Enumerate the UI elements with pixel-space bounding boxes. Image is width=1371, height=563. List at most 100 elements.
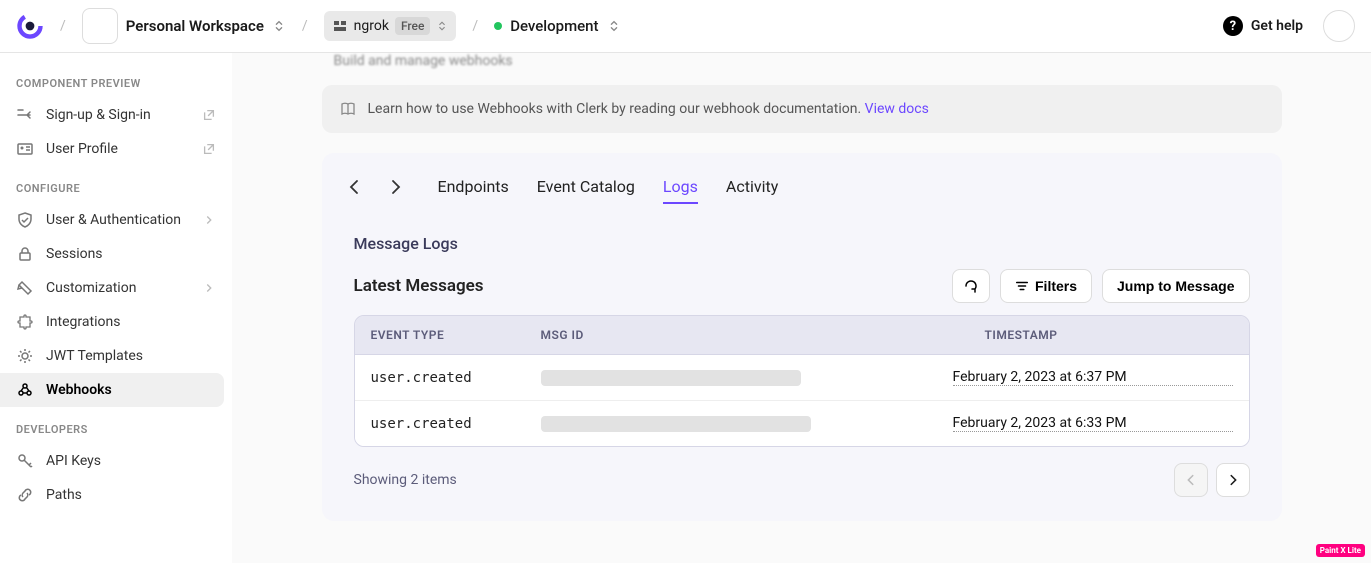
sidebar-item-webhooks[interactable]: Webhooks [0, 373, 224, 407]
sidebar-item-label: Sign-up & Sign-in [46, 107, 190, 123]
sidebar-item-customization[interactable]: Customization [0, 271, 232, 305]
sidebar-item-signup-signin[interactable]: Sign-up & Sign-in [0, 98, 232, 132]
refresh-button[interactable] [952, 269, 990, 303]
table-header: EVENT TYPE MSG ID TIMESTAMP [355, 316, 1249, 355]
view-docs-link[interactable]: View docs [865, 101, 929, 117]
help-icon: ? [1223, 16, 1243, 36]
sidebar-item-user-profile[interactable]: User Profile [0, 132, 232, 166]
nav-forward-button[interactable] [386, 178, 406, 198]
table-row[interactable]: user.created February 2, 2023 at 6:37 PM [355, 355, 1249, 401]
tab-endpoints[interactable]: Endpoints [438, 171, 509, 204]
breadcrumb-sep: / [52, 18, 74, 34]
sidebar-item-label: Paths [46, 487, 216, 503]
breadcrumb-sep: / [294, 18, 316, 34]
info-banner: Learn how to use Webhooks with Clerk by … [322, 85, 1282, 133]
webhook-icon [16, 381, 34, 399]
shield-icon [16, 211, 34, 229]
sidebar-item-label: Sessions [46, 246, 216, 262]
sidebar-section-configure: CONFIGURE [0, 166, 232, 203]
chevron-right-icon [202, 213, 216, 227]
tabs: Endpoints Event Catalog Logs Activity [438, 171, 779, 204]
table-row[interactable]: user.created February 2, 2023 at 6:33 PM [355, 401, 1249, 446]
sidebar-item-label: Integrations [46, 314, 216, 330]
app-switcher-icon [436, 20, 448, 32]
get-help-button[interactable]: ? Get help [1223, 16, 1303, 36]
key-icon [16, 452, 34, 470]
col-timestamp: TIMESTAMP [969, 316, 1249, 354]
sidebar-section-preview: COMPONENT PREVIEW [0, 61, 232, 98]
tab-activity[interactable]: Activity [726, 171, 778, 204]
workspace-switcher-icon[interactable] [272, 19, 286, 33]
workspace-avatar[interactable] [82, 8, 118, 44]
sidebar: COMPONENT PREVIEW Sign-up & Sign-in User… [0, 53, 232, 563]
cell-event-type: user.created [371, 370, 541, 386]
book-icon [340, 101, 356, 117]
app-name: ngrok [354, 18, 389, 34]
sidebar-item-paths[interactable]: Paths [0, 478, 232, 512]
sidebar-section-developers: DEVELOPERS [0, 407, 232, 444]
clerk-logo[interactable] [16, 12, 44, 40]
sidebar-item-label: Webhooks [46, 382, 208, 398]
app-icon [332, 18, 348, 34]
main-content: Build and manage webhooks Learn how to u… [232, 53, 1371, 563]
sidebar-item-label: API Keys [46, 453, 216, 469]
sidebar-item-jwt-templates[interactable]: JWT Templates [0, 339, 232, 373]
gear-icon [16, 347, 34, 365]
sidebar-item-label: User & Authentication [46, 212, 190, 228]
nav-back-button[interactable] [346, 178, 366, 198]
latest-messages-title: Latest Messages [354, 276, 943, 296]
cell-timestamp: February 2, 2023 at 6:33 PM [953, 415, 1233, 432]
palette-icon [16, 279, 34, 297]
page-subtitle: Build and manage webhooks [322, 53, 1282, 85]
tab-logs[interactable]: Logs [663, 171, 698, 204]
user-avatar[interactable] [1323, 10, 1355, 42]
cell-msg-id [541, 370, 953, 386]
sidebar-item-label: JWT Templates [46, 348, 216, 364]
instance-crumb[interactable]: Development [494, 17, 620, 35]
jump-to-message-button[interactable]: Jump to Message [1102, 269, 1249, 303]
col-msg-id: MSG ID [525, 316, 969, 354]
pager-info: Showing 2 items [354, 472, 1166, 488]
link-icon [16, 486, 34, 504]
chevron-right-icon [202, 281, 216, 295]
banner-text: Learn how to use Webhooks with Clerk by … [368, 101, 929, 117]
help-label: Get help [1251, 18, 1303, 34]
profile-icon [16, 140, 34, 158]
puzzle-icon [16, 313, 34, 331]
external-link-icon [202, 142, 216, 156]
sidebar-item-user-auth[interactable]: User & Authentication [0, 203, 232, 237]
signin-icon [16, 106, 34, 124]
lock-icon [16, 245, 34, 263]
sidebar-item-sessions[interactable]: Sessions [0, 237, 232, 271]
watermark-badge: Paint X Lite [1316, 544, 1365, 557]
sidebar-item-label: Customization [46, 280, 190, 296]
sidebar-item-api-keys[interactable]: API Keys [0, 444, 232, 478]
breadcrumb-sep: / [464, 18, 486, 34]
filters-button[interactable]: Filters [1000, 269, 1092, 303]
external-link-icon [202, 108, 216, 122]
jump-label: Jump to Message [1117, 278, 1234, 294]
status-dot-icon [494, 22, 502, 30]
workspace-name[interactable]: Personal Workspace [126, 17, 264, 35]
sidebar-item-label: User Profile [46, 141, 190, 157]
pagination: Showing 2 items [322, 447, 1282, 497]
col-event-type: EVENT TYPE [355, 316, 525, 354]
refresh-icon [963, 278, 979, 294]
cell-timestamp: February 2, 2023 at 6:37 PM [953, 369, 1233, 386]
message-logs-title: Message Logs [322, 214, 1282, 261]
page-prev-button[interactable] [1174, 463, 1208, 497]
chevron-left-icon [1184, 473, 1198, 487]
chevron-right-icon [1226, 473, 1240, 487]
instance-name: Development [510, 17, 598, 35]
instance-switcher-icon [607, 19, 621, 33]
sidebar-item-integrations[interactable]: Integrations [0, 305, 232, 339]
cell-msg-id [541, 416, 953, 432]
app-crumb[interactable]: ngrok Free [324, 11, 457, 41]
messages-table: EVENT TYPE MSG ID TIMESTAMP user.created… [354, 315, 1250, 447]
page-next-button[interactable] [1216, 463, 1250, 497]
top-bar: / Personal Workspace / ngrok Free / Deve… [0, 0, 1371, 53]
filters-label: Filters [1035, 278, 1077, 294]
tab-event-catalog[interactable]: Event Catalog [537, 171, 635, 204]
logs-panel: Endpoints Event Catalog Logs Activity Me… [322, 153, 1282, 521]
filter-icon [1015, 279, 1029, 293]
